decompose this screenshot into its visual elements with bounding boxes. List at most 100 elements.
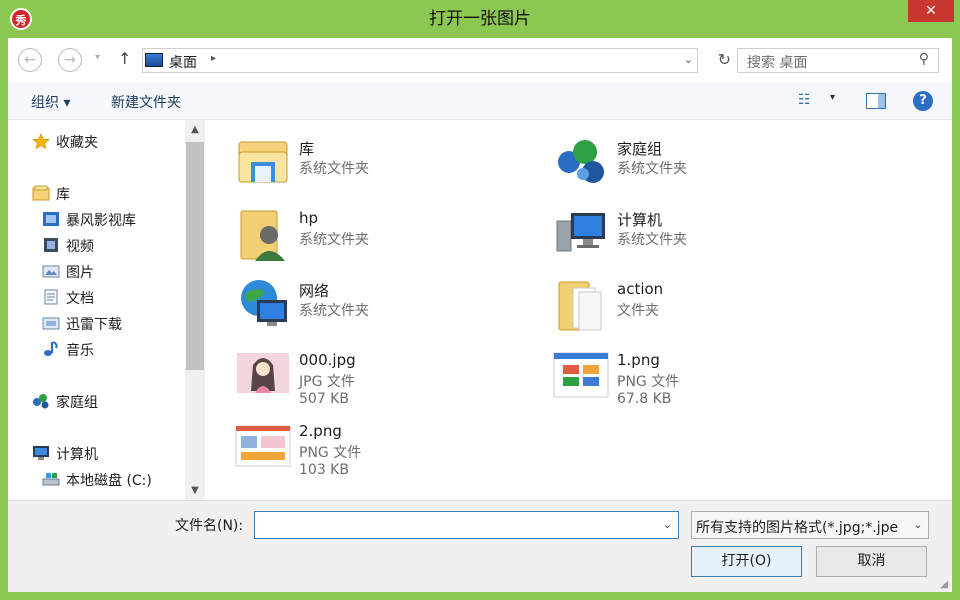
file-item-action[interactable]: action 文件夹 — [553, 276, 853, 342]
file-name: 网络 — [299, 282, 330, 300]
file-item-hp[interactable]: hp 系统文件夹 — [235, 205, 535, 271]
title-bar: 秀 打开一张图片 ✕ — [0, 0, 960, 38]
download-folder-icon — [42, 317, 60, 330]
music-icon — [44, 341, 58, 356]
computer-icon — [33, 446, 49, 460]
open-button[interactable]: 打开(O) — [691, 546, 802, 577]
star-icon — [32, 133, 50, 149]
picture-icon — [42, 265, 60, 278]
sidebar-item-label: 音乐 — [66, 343, 94, 359]
resize-grip[interactable]: ◢ — [940, 579, 948, 590]
close-button[interactable]: ✕ — [908, 0, 954, 22]
file-name: 家庭组 — [617, 140, 663, 158]
sidebar-scrollbar[interactable]: ▲ ▼ — [185, 120, 205, 500]
video-icon — [44, 238, 58, 252]
file-item-000-jpg[interactable]: 000.jpg JPG 文件 507 KB — [235, 347, 535, 413]
file-type: 系统文件夹 — [299, 161, 369, 177]
back-button[interactable]: ← — [18, 48, 42, 72]
sidebar-item-favorites[interactable]: 收藏夹 — [32, 132, 98, 154]
sidebar-item-label: 库 — [56, 187, 70, 203]
sidebar-item-label: 计算机 — [56, 447, 98, 463]
scroll-down-button[interactable]: ▼ — [185, 485, 205, 496]
file-type-dropdown-icon[interactable]: ⌄ — [908, 512, 928, 538]
file-item-1-png[interactable]: 1.png PNG 文件 67.8 KB — [553, 347, 853, 413]
homegroup-icon — [558, 140, 604, 183]
document-icon — [44, 289, 58, 305]
toolbar: 组织 ▾ 新建文件夹 ☷ ▾ ? — [8, 82, 952, 120]
filename-label: 文件名(N): — [175, 518, 244, 534]
forward-button[interactable]: → — [58, 48, 82, 72]
sidebar-item-library[interactable]: 库 — [32, 184, 70, 206]
sidebar-item-local-disk[interactable]: 本地磁盘 (C:) — [42, 470, 152, 492]
file-item-homegroup[interactable]: 家庭组 系统文件夹 — [553, 134, 853, 200]
library-icon — [32, 185, 50, 201]
file-name: 000.jpg — [299, 351, 356, 369]
computer-icon — [556, 213, 605, 252]
sidebar-item-xunlei[interactable]: 迅雷下载 — [42, 314, 122, 336]
file-type: PNG 文件 — [617, 374, 680, 390]
sidebar-item-label: 迅雷下载 — [66, 317, 122, 333]
file-item-2-png[interactable]: 2.png PNG 文件 103 KB — [235, 418, 535, 484]
sidebar-item-documents[interactable]: 文档 — [42, 288, 94, 310]
new-folder-button[interactable]: 新建文件夹 — [111, 92, 181, 112]
scroll-thumb[interactable] — [186, 142, 204, 370]
file-type: JPG 文件 — [299, 374, 355, 390]
file-item-network[interactable]: 网络 系统文件夹 — [235, 276, 535, 342]
recent-locations-dropdown[interactable]: ▾ — [95, 52, 100, 63]
breadcrumb-arrow[interactable]: ▸ — [211, 53, 216, 64]
refresh-button[interactable]: ↻ — [718, 50, 731, 69]
file-type-filter-value[interactable]: 所有支持的图片格式(*.jpg;*.jpe — [696, 517, 898, 537]
sidebar-item-label: 收藏夹 — [56, 135, 98, 151]
view-dropdown-icon[interactable]: ▾ — [830, 92, 835, 103]
homegroup-icon — [33, 394, 49, 409]
cancel-button[interactable]: 取消 — [816, 546, 927, 577]
file-type: 系统文件夹 — [617, 232, 687, 248]
file-name: 1.png — [617, 351, 660, 369]
sidebar-item-computer[interactable]: 计算机 — [32, 444, 98, 466]
file-name: 库 — [299, 140, 315, 158]
window-title: 打开一张图片 — [429, 9, 531, 29]
file-type: 系统文件夹 — [299, 232, 369, 248]
sidebar-item-label: 暴风影视库 — [66, 213, 136, 229]
drive-icon — [42, 473, 60, 486]
file-type: PNG 文件 — [299, 445, 362, 461]
sidebar-item-baofeng[interactable]: 暴风影视库 — [42, 210, 136, 232]
filename-input[interactable]: ⌄ — [254, 511, 679, 539]
image-thumbnail — [553, 352, 609, 398]
sidebar-item-videos[interactable]: 视频 — [42, 236, 94, 258]
dialog-footer: 文件名(N): ⌄ 所有支持的图片格式(*.jpg;*.jpe ⌄ 打开(O) … — [8, 500, 952, 592]
file-item-library[interactable]: 库 系统文件夹 — [235, 134, 535, 200]
file-size: 67.8 KB — [617, 391, 672, 407]
desktop-icon — [145, 53, 163, 67]
preview-pane-icon[interactable] — [866, 93, 886, 109]
search-icon[interactable]: ⚲ — [919, 51, 929, 67]
user-folder-icon — [240, 210, 285, 261]
organize-button[interactable]: 组织 ▾ — [31, 92, 70, 112]
video-library-icon — [43, 212, 59, 226]
address-bar[interactable]: 桌面 ▸ ⌄ ↻ — [142, 48, 731, 73]
file-type: 系统文件夹 — [299, 303, 369, 319]
filename-dropdown-icon[interactable]: ⌄ — [663, 518, 672, 531]
breadcrumb-desktop[interactable]: 桌面 — [169, 52, 197, 72]
file-type-filter[interactable]: 所有支持的图片格式(*.jpg;*.jpe ⌄ — [691, 511, 929, 539]
help-icon[interactable]: ? — [913, 91, 933, 111]
sidebar-item-label: 家庭组 — [56, 395, 98, 411]
file-size: 507 KB — [299, 391, 349, 407]
sidebar-item-music[interactable]: 音乐 — [42, 340, 94, 362]
navigation-pane: 收藏夹 库 暴风影视库 视频 图片 文档 迅雷下载 音乐 家庭组 计算机 本地磁 — [8, 120, 205, 500]
sidebar-item-homegroup[interactable]: 家庭组 — [32, 392, 98, 414]
file-list: 库 系统文件夹 家庭组 系统文件夹 hp 系统文件夹 计算机 系统文件夹 网络 … — [205, 120, 952, 500]
address-dropdown[interactable]: ⌄ — [684, 53, 693, 66]
view-options-icon[interactable]: ☷ — [798, 92, 811, 108]
sidebar-item-pictures[interactable]: 图片 — [42, 262, 94, 284]
navigation-bar: ← → ▾ ↑ 桌面 ▸ ⌄ ↻ 搜索 桌面 ⚲ — [8, 38, 952, 82]
file-item-computer[interactable]: 计算机 系统文件夹 — [553, 205, 853, 271]
sidebar-item-label: 本地磁盘 (C:) — [66, 473, 152, 489]
scroll-up-button[interactable]: ▲ — [185, 124, 205, 135]
up-button[interactable]: ↑ — [118, 49, 131, 68]
file-type: 文件夹 — [617, 303, 659, 319]
search-box[interactable]: 搜索 桌面 ⚲ — [737, 48, 939, 73]
network-icon — [241, 280, 287, 326]
search-input[interactable]: 搜索 桌面 — [747, 52, 807, 72]
image-thumbnail — [235, 425, 291, 467]
